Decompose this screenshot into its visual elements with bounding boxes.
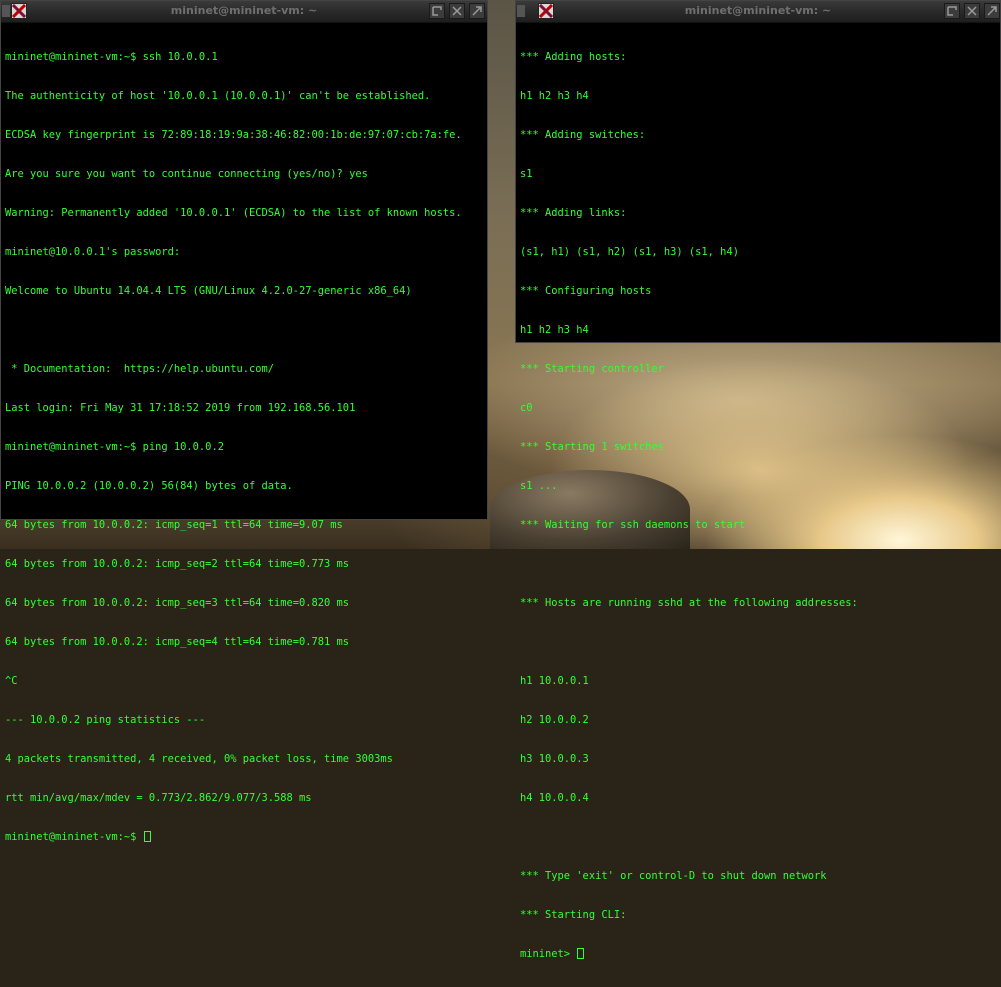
terminal-line: h1 10.0.0.1	[520, 675, 589, 687]
terminal-line: ECDSA key fingerprint is 72:89:18:19:9a:…	[5, 129, 462, 141]
minimize-button[interactable]	[964, 3, 980, 19]
terminal-line: 64 bytes from 10.0.0.2: icmp_seq=1 ttl=6…	[5, 519, 343, 531]
terminal-line: 64 bytes from 10.0.0.2: icmp_seq=2 ttl=6…	[5, 558, 350, 570]
terminal-line: *** Type 'exit' or control-D to shut dow…	[520, 870, 827, 882]
terminal-line: PING 10.0.0.2 (10.0.0.2) 56(84) bytes of…	[5, 480, 293, 492]
terminal-line: *** Starting CLI:	[520, 909, 627, 921]
terminal-line: *** Configuring hosts	[520, 285, 652, 297]
terminal-output[interactable]: *** Adding hosts: h1 h2 h3 h4 *** Adding…	[516, 23, 1000, 987]
terminal-line: h4 10.0.0.4	[520, 792, 589, 804]
terminal-line: 64 bytes from 10.0.0.2: icmp_seq=4 ttl=6…	[5, 636, 350, 648]
terminal-line: h1 h2 h3 h4	[520, 90, 589, 102]
terminal-prompt-line[interactable]: mininet@mininet-vm:~$	[5, 831, 483, 844]
terminal-line: rtt min/avg/max/mdev = 0.773/2.862/9.077…	[5, 792, 312, 804]
terminal-line: s1	[520, 168, 533, 180]
mininet-prompt: mininet>	[520, 948, 577, 960]
terminal-line: 64 bytes from 10.0.0.2: icmp_seq=3 ttl=6…	[5, 597, 350, 609]
terminal-line: mininet@10.0.0.1's password:	[5, 246, 181, 258]
terminal-window-right[interactable]: mininet@mininet-vm: ~ *** Adding hosts: …	[515, 0, 1001, 960]
terminal-line: ^C	[5, 675, 18, 687]
terminal-prompt-line[interactable]: mininet>	[520, 948, 996, 961]
terminal-line: * Documentation: https://help.ubuntu.com…	[5, 363, 274, 375]
terminal-line: *** Waiting for ssh daemons to start	[520, 519, 746, 531]
terminal-line: c0	[520, 402, 533, 414]
terminal-line: Welcome to Ubuntu 14.04.4 LTS (GNU/Linux…	[5, 285, 412, 297]
terminal-line: mininet@mininet-vm:~$ ssh 10.0.0.1	[5, 51, 218, 63]
shade-button[interactable]	[944, 3, 960, 19]
window-titlebar[interactable]: mininet@mininet-vm: ~	[516, 1, 1000, 23]
text-cursor	[143, 831, 151, 842]
terminal-line: mininet@mininet-vm:~$ ping 10.0.0.2	[5, 441, 224, 453]
window-title: mininet@mininet-vm: ~	[684, 4, 832, 17]
terminal-line: h1 h2 h3 h4	[520, 324, 589, 336]
terminal-line: The authenticity of host '10.0.0.1 (10.0…	[5, 90, 431, 102]
terminal-line: *** Adding links:	[520, 207, 627, 219]
terminal-line: (s1, h1) (s1, h2) (s1, h3) (s1, h4)	[520, 246, 739, 258]
terminal-line: 4 packets transmitted, 4 received, 0% pa…	[5, 753, 393, 765]
terminal-line: --- 10.0.0.2 ping statistics ---	[5, 714, 206, 726]
terminal-line: Are you sure you want to continue connec…	[5, 168, 368, 180]
terminal-line: h3 10.0.0.3	[520, 753, 589, 765]
terminal-line: *** Adding hosts:	[520, 51, 627, 63]
terminal-window-left[interactable]: mininet@mininet-vm: ~ mininet@mininet-vm…	[0, 0, 488, 843]
terminal-line: *** Starting controller	[520, 363, 664, 375]
maximize-button[interactable]	[984, 3, 1000, 19]
terminal-line: s1 ...	[520, 480, 558, 492]
terminal-line: *** Starting 1 switches	[520, 441, 664, 453]
window-title: mininet@mininet-vm: ~	[170, 4, 318, 17]
terminal-line: Warning: Permanently added '10.0.0.1' (E…	[5, 207, 462, 219]
terminal-line: *** Hosts are running sshd at the follow…	[520, 597, 858, 609]
minimize-button[interactable]	[449, 3, 465, 19]
shade-button[interactable]	[429, 3, 445, 19]
shell-prompt: mininet@mininet-vm:~$	[5, 831, 143, 843]
window-titlebar[interactable]: mininet@mininet-vm: ~	[1, 1, 487, 23]
terminal-line: h2 10.0.0.2	[520, 714, 589, 726]
maximize-button[interactable]	[469, 3, 485, 19]
terminal-output[interactable]: mininet@mininet-vm:~$ ssh 10.0.0.1 The a…	[1, 23, 487, 870]
terminal-line: Last login: Fri May 31 17:18:52 2019 fro…	[5, 402, 356, 414]
terminal-line: *** Adding switches:	[520, 129, 646, 141]
text-cursor	[577, 948, 585, 959]
